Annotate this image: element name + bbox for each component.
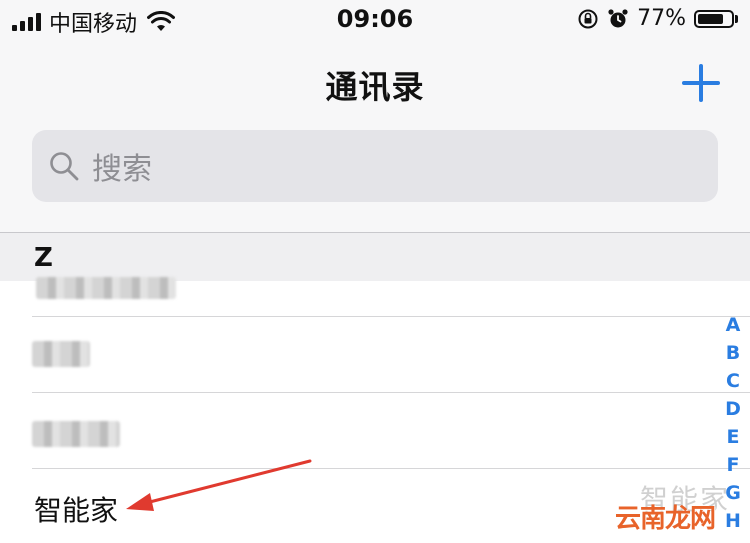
index-letter-f[interactable]: F [727,451,740,479]
status-bar-right: 77% [577,6,738,31]
blurred-contact-name [32,421,120,447]
index-letter-c[interactable]: C [726,367,740,395]
rotation-lock-icon [578,9,598,28]
watermark-logo: 云南龙网 [615,504,716,534]
index-letter-b[interactable]: B [726,339,740,367]
contact-name: 智能家 [34,494,119,527]
search-input[interactable]: 搜索 [32,130,718,202]
alarm-icon [608,8,628,27]
battery-fill [698,13,723,24]
index-letter-d[interactable]: D [725,395,741,423]
blurred-contact-name [32,341,90,367]
battery-body [694,9,734,28]
list-item[interactable] [0,265,720,317]
index-letter-a[interactable]: A [726,311,741,339]
page-title: 通讯录 [325,68,425,106]
search-icon [50,152,79,181]
battery-icon [694,9,738,28]
add-contact-button[interactable] [682,64,720,102]
status-bar: 中国移动 09:06 77% [0,0,750,40]
battery-percent: 77% [637,6,686,31]
index-letter-e[interactable]: E [727,423,740,451]
list-item[interactable] [0,317,720,393]
search-placeholder: 搜索 [92,152,152,187]
list-item[interactable]: 智能家 [0,469,720,543]
battery-tip [735,14,738,23]
blurred-contact-name [36,277,176,299]
list-item[interactable] [0,393,720,469]
